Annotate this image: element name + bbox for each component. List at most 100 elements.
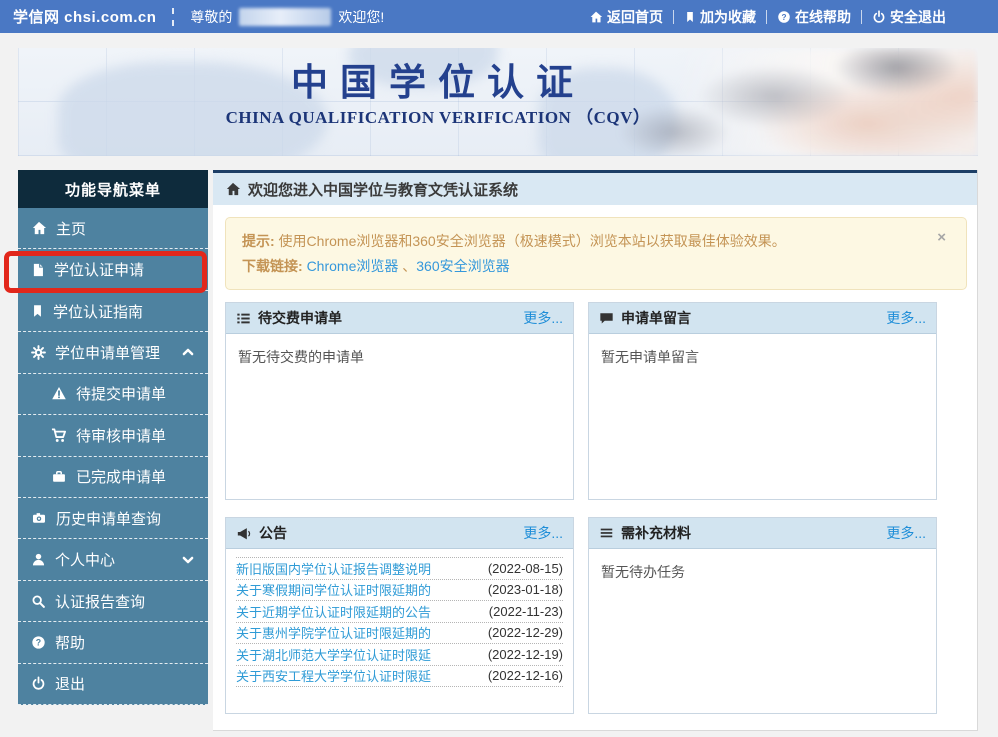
camera-icon — [31, 511, 47, 525]
announcement-date: (2022-12-16) — [488, 668, 563, 683]
announcement-link[interactable]: 关于湖北师范大学学位认证时限延 — [236, 645, 431, 664]
cart-icon — [51, 427, 67, 443]
sidebar-item-help[interactable]: ? 帮助 — [18, 622, 208, 663]
sidebar-items: 主页 学位认证申请 学位认证指南 学位申请单管理 待提交申请单 待审核申请单 已… — [18, 208, 208, 705]
sidebar-item-label: 学位认证申请 — [54, 259, 144, 280]
sidebar-item-pending-review[interactable]: 待审核申请单 — [18, 415, 208, 456]
briefcase-icon — [51, 469, 67, 484]
online-help-label: 在线帮助 — [795, 7, 851, 27]
document-icon — [31, 262, 45, 278]
panel-header: 需补充材料 更多... — [589, 518, 936, 549]
sidebar-item-label: 认证报告查询 — [55, 591, 145, 612]
back-to-home-label: 返回首页 — [607, 7, 663, 27]
announcement-link[interactable]: 新旧版国内学位认证报告调整说明 — [236, 559, 431, 578]
comment-icon — [599, 311, 614, 326]
user-greeting: 尊敬的 欢迎您! — [190, 7, 384, 27]
alert-line-2: 下载链接: Chrome浏览器 、360安全浏览器 — [242, 254, 926, 279]
announcement-date: (2022-08-15) — [488, 561, 563, 576]
gear-icon — [31, 345, 46, 360]
greeting-prefix: 尊敬的 — [190, 7, 232, 27]
sidebar-item-logout[interactable]: 退出 — [18, 664, 208, 705]
panel-title: 待交费申请单 — [258, 308, 516, 328]
announcement-row: 关于湖北师范大学学位认证时限延 (2022-12-19) — [236, 644, 563, 666]
more-link[interactable]: 更多... — [886, 308, 926, 328]
user-icon — [31, 552, 46, 567]
sidebar-item-report-query[interactable]: 认证报告查询 — [18, 581, 208, 622]
welcome-text: 欢迎您进入中国学位与教育文凭认证系统 — [248, 179, 518, 200]
sidebar-item-pending-submit[interactable]: 待提交申请单 — [18, 374, 208, 415]
bookmark-icon — [684, 10, 696, 24]
announcement-date: (2023-01-18) — [488, 582, 563, 597]
panel-supplement-materials: 需补充材料 更多... 暂无待办任务 — [588, 517, 937, 714]
announcement-list: 新旧版国内学位认证报告调整说明 (2022-08-15) 关于寒假期间学位认证时… — [236, 557, 563, 687]
panel-title: 需补充材料 — [621, 523, 879, 543]
home-icon — [225, 181, 241, 197]
announcement-date: (2022-12-19) — [488, 647, 563, 662]
announcement-link[interactable]: 关于西安工程大学学位认证时限延 — [236, 666, 431, 685]
chevron-down-icon — [181, 553, 195, 567]
tip-label: 提示: — [242, 233, 275, 249]
more-link[interactable]: 更多... — [886, 523, 926, 543]
greeting-suffix: 欢迎您! — [338, 7, 384, 27]
sidebar-item-label: 历史申请单查询 — [56, 508, 161, 529]
announcement-row: 关于西安工程大学学位认证时限延 (2022-12-16) — [236, 666, 563, 688]
home-icon — [589, 10, 603, 24]
sidebar-item-application-management[interactable]: 学位申请单管理 — [18, 332, 208, 373]
sidebar-item-label: 已完成申请单 — [76, 466, 166, 487]
sidebar-item-label: 学位申请单管理 — [55, 342, 160, 363]
megaphone-icon — [236, 526, 252, 541]
more-link[interactable]: 更多... — [523, 308, 563, 328]
panel-announcements: 公告 更多... 新旧版国内学位认证报告调整说明 (2022-08-15) 关于… — [225, 517, 574, 714]
close-icon[interactable]: × — [937, 230, 946, 245]
panel-title: 申请单留言 — [621, 308, 879, 328]
sidebar-item-completed[interactable]: 已完成申请单 — [18, 457, 208, 498]
safe-logout-label: 安全退出 — [890, 7, 946, 27]
sidebar-item-home[interactable]: 主页 — [18, 208, 208, 249]
chrome-download-link[interactable]: Chrome浏览器 — [307, 258, 399, 274]
redacted-username — [239, 8, 331, 26]
panel-header: 公告 更多... — [226, 518, 573, 549]
sidebar-item-personal-center[interactable]: 个人中心 — [18, 539, 208, 580]
add-favorite-label: 加为收藏 — [700, 7, 756, 27]
power-icon — [31, 676, 46, 691]
announcement-row: 关于惠州学院学位认证时限延期的 (2022-12-29) — [236, 623, 563, 645]
align-icon — [599, 526, 614, 540]
online-help-link[interactable]: ? 在线帮助 — [777, 7, 851, 27]
sidebar-item-label: 待提交申请单 — [76, 383, 166, 404]
add-favorite-link[interactable]: 加为收藏 — [684, 7, 756, 27]
announcement-row: 关于寒假期间学位认证时限延期的 (2023-01-18) — [236, 580, 563, 602]
announcement-link[interactable]: 关于惠州学院学位认证时限延期的 — [236, 623, 431, 642]
brand-divider — [172, 8, 174, 26]
sidebar-item-label: 个人中心 — [55, 549, 115, 570]
help-icon: ? — [777, 10, 791, 24]
panel-empty-text: 暂无待交费的申请单 — [226, 334, 573, 380]
announcement-row: 新旧版国内学位认证报告调整说明 (2022-08-15) — [236, 558, 563, 580]
alert-line-1: 提示: 使用Chrome浏览器和360安全浏览器（极速模式）浏览本站以获取最佳体… — [242, 229, 926, 254]
announcement-row: 关于近期学位认证时限延期的公告 (2022-11-23) — [236, 601, 563, 623]
announcement-link[interactable]: 关于寒假期间学位认证时限延期的 — [236, 580, 431, 599]
power-icon — [872, 10, 886, 24]
more-link[interactable]: 更多... — [523, 523, 563, 543]
sidebar-item-degree-application[interactable]: 学位认证申请 — [18, 249, 208, 290]
tip-text: 使用Chrome浏览器和360安全浏览器（极速模式）浏览本站以获取最佳体验效果。 — [275, 233, 786, 249]
link-separator: 、 — [398, 258, 416, 274]
sidebar-item-label: 主页 — [56, 218, 86, 239]
sidebar-item-degree-guide[interactable]: 学位认证指南 — [18, 291, 208, 332]
announcement-date: (2022-12-29) — [488, 625, 563, 640]
safe-logout-link[interactable]: 安全退出 — [872, 7, 946, 27]
warning-icon — [51, 386, 67, 401]
main-content: 欢迎您进入中国学位与教育文凭认证系统 提示: 使用Chrome浏览器和360安全… — [213, 170, 978, 731]
browser360-download-link[interactable]: 360安全浏览器 — [416, 258, 509, 274]
search-icon — [31, 594, 46, 609]
sidebar-item-history-query[interactable]: 历史申请单查询 — [18, 498, 208, 539]
panel-header: 申请单留言 更多... — [589, 303, 936, 334]
announcement-date: (2022-11-23) — [489, 604, 563, 619]
site-brand[interactable]: 学信网 chsi.com.cn — [13, 6, 156, 27]
browser-tip-alert: 提示: 使用Chrome浏览器和360安全浏览器（极速模式）浏览本站以获取最佳体… — [225, 217, 967, 290]
banner-text: 中国学位认证 CHINA QUALIFICATION VERIFICATION … — [18, 62, 858, 130]
back-to-home-link[interactable]: 返回首页 — [589, 7, 663, 27]
announcement-link[interactable]: 关于近期学位认证时限延期的公告 — [236, 602, 431, 621]
panel-title: 公告 — [259, 523, 516, 543]
sidebar-nav: 功能导航菜单 主页 学位认证申请 学位认证指南 学位申请单管理 待提交申请单 待… — [18, 170, 208, 705]
panel-messages: 申请单留言 更多... 暂无申请单留言 — [588, 302, 937, 500]
